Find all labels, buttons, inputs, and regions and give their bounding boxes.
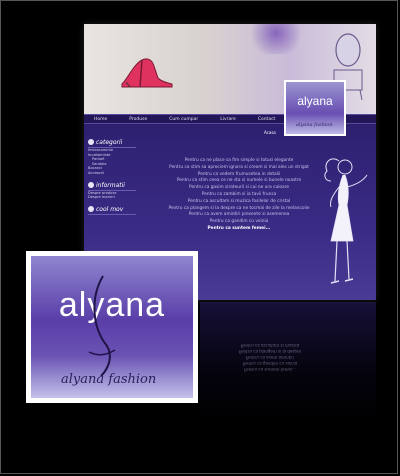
page-title: Acasa (264, 130, 276, 135)
bullet-icon (88, 181, 94, 188)
bullet-icon (88, 205, 94, 212)
sidebar-item[interactable]: Despre marimi (88, 195, 136, 200)
poem-line: Pentru ca zambim si ia tavii frunsa (201, 191, 277, 197)
reflected-line: Pentru ca ascultam si muzica (240, 343, 300, 348)
nav-livrare[interactable]: Livrare (220, 115, 236, 123)
fashion-woman-illustration-icon (324, 158, 368, 284)
nav-cum-cumpar[interactable]: Cum cumpar (169, 115, 198, 123)
mirror-reflection: Pentru ca suntem femei... Pentru ca gand… (200, 302, 376, 422)
sidebar-heading-categorii: categorii (88, 139, 136, 148)
brand-wordmark: alyana (297, 94, 333, 108)
poem-line: Pentru ca ne place sa fim simple si totu… (184, 158, 294, 163)
sidebar-item[interactable]: Accesorii (88, 171, 136, 176)
brand-logo-large: alyana alyana fashion (26, 251, 198, 403)
reflected-line: Pentru ca plangem si la despre (239, 349, 301, 354)
sidebar-heading-informatii: informatii (88, 181, 136, 191)
sidebar: categorii Imbracaminte Incaltaminte Pant… (88, 133, 136, 215)
reflected-line: Pentru ca gandim cu voinia (242, 361, 298, 366)
brand-logo-small: alyana alyana fashion (284, 80, 346, 136)
poem-line: Pentru ca gasim sirateurii si cui ne ura… (189, 185, 289, 191)
nav-produse[interactable]: Produse (129, 115, 147, 123)
sidebar-heading-cool-mov: cool mov (88, 205, 136, 215)
poem-line: Pentru ca suntem femei... (207, 225, 271, 231)
poem-text: Pentru ca ne place sa fim simple si totu… (154, 158, 324, 233)
reflected-line: Pentru ca suntem femei... (244, 367, 296, 372)
reflected-line: Pentru ca avem amintiri (245, 355, 295, 360)
bullet-icon (88, 139, 94, 145)
brand-tagline: alyana fashion (61, 372, 157, 387)
reflected-text: Pentru ca suntem femei... Pentru ca gand… (210, 342, 330, 372)
high-heel-shoe-icon (121, 58, 173, 88)
poem-line: Pentru ca stim sa apreciem ignora si cre… (169, 164, 309, 170)
nav-contact[interactable]: Contact (258, 115, 276, 123)
nav-home[interactable]: Home (94, 115, 107, 123)
poem-line: Pentru ca ascultam si muzica fosilelor d… (187, 198, 291, 204)
decorative-swirl (246, 24, 306, 54)
poem-line: Pentru ca gandim cu voinia (209, 219, 269, 225)
brand-tagline: alyana fashion (296, 122, 333, 128)
